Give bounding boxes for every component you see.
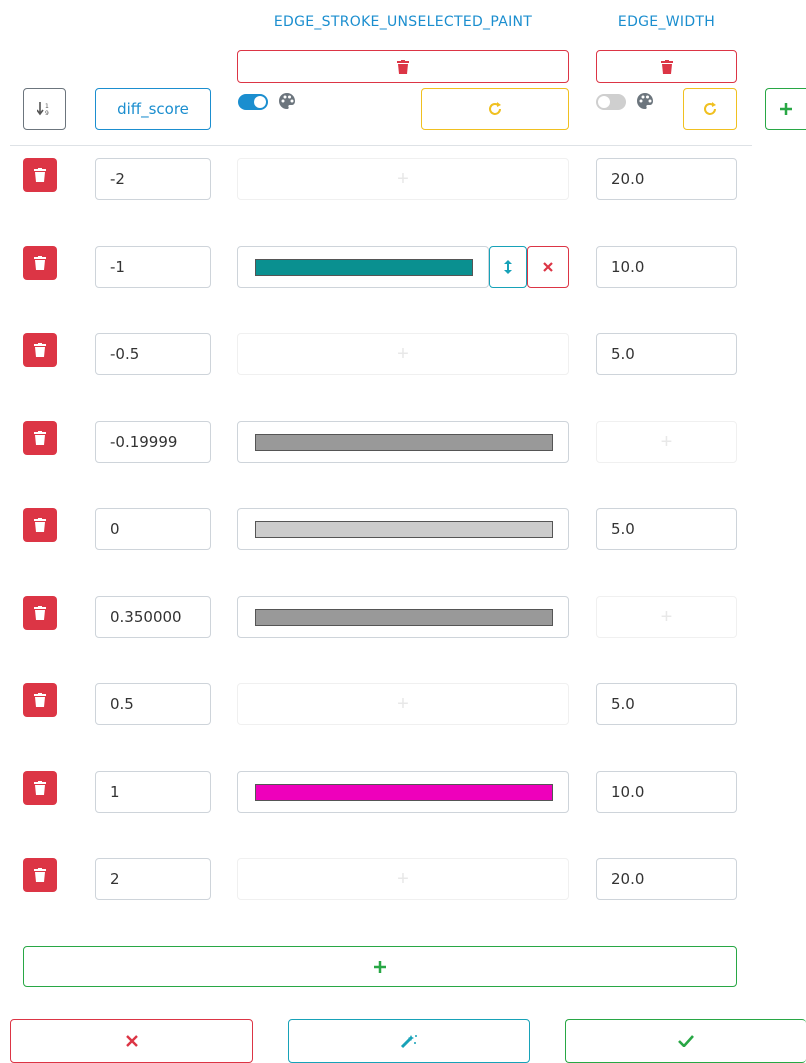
plus-icon	[374, 960, 386, 973]
key-cell[interactable]: 1	[95, 770, 211, 813]
stroke-cell-empty[interactable]: +	[237, 683, 569, 725]
width-column-toggle[interactable]	[596, 94, 626, 110]
add-column-button[interactable]	[765, 88, 806, 130]
key-cell[interactable]: -0.19999	[95, 420, 211, 463]
check-icon	[678, 1035, 694, 1047]
auto-generate-button[interactable]	[288, 1019, 530, 1063]
width-cell[interactable]: 20.0	[596, 158, 737, 200]
delete-row-button[interactable]	[23, 508, 57, 542]
width-cell[interactable]: 10.0	[596, 245, 737, 288]
redo-icon	[489, 102, 501, 115]
plus-icon: +	[397, 693, 409, 715]
svg-text:1: 1	[45, 103, 49, 110]
trash-icon	[34, 255, 46, 270]
width-cell[interactable]: 5.0	[596, 333, 737, 375]
trash-icon	[34, 868, 46, 882]
width-redo-button[interactable]	[683, 88, 737, 130]
width-cell[interactable]: 10.0	[596, 770, 737, 813]
palette-icon[interactable]	[278, 92, 296, 110]
plus-icon	[780, 103, 792, 115]
redo-icon	[704, 102, 716, 115]
key-cell[interactable]: 0.350000	[95, 595, 211, 638]
delete-width-column-button[interactable]	[596, 50, 737, 83]
plus-icon: +	[397, 168, 409, 190]
width-cell[interactable]: 5.0	[596, 508, 737, 550]
stroke-cell[interactable]	[237, 770, 569, 813]
trash-icon	[34, 780, 46, 795]
plus-icon: +	[660, 605, 673, 628]
width-cell-empty[interactable]: +	[596, 420, 737, 463]
color-swatch	[255, 783, 553, 801]
color-swatch	[255, 433, 553, 451]
apply-button[interactable]	[565, 1019, 806, 1063]
color-swatch	[255, 521, 553, 538]
sort-numeric-icon: 1 9	[36, 102, 49, 116]
key-cell[interactable]: 0	[95, 508, 211, 550]
key-cell[interactable]: 0.5	[95, 683, 211, 725]
stroke-cell[interactable]	[237, 245, 489, 288]
plus-icon: +	[397, 868, 409, 890]
delete-row-button[interactable]	[23, 245, 57, 280]
trash-icon	[660, 59, 673, 74]
times-icon	[125, 1035, 138, 1047]
plus-icon: +	[397, 343, 409, 365]
trash-icon	[34, 605, 46, 620]
delete-row-button[interactable]	[23, 858, 57, 892]
trash-icon	[34, 168, 46, 182]
width-cell[interactable]: 5.0	[596, 683, 737, 725]
times-icon	[543, 261, 553, 272]
palette-icon[interactable]	[636, 92, 654, 110]
width-cell[interactable]: 20.0	[596, 858, 737, 900]
key-cell[interactable]: -0.5	[95, 333, 211, 375]
width-cell-empty[interactable]: +	[596, 595, 737, 638]
color-swatch	[255, 258, 473, 276]
add-row-button[interactable]	[23, 946, 737, 987]
trash-icon	[34, 693, 46, 707]
delete-row-button[interactable]	[23, 683, 57, 717]
delete-stroke-column-button[interactable]	[237, 50, 569, 83]
delete-row-button[interactable]	[23, 333, 57, 367]
trash-icon	[34, 430, 46, 445]
delete-row-button[interactable]	[23, 595, 57, 630]
column-header-width: EDGE_WIDTH	[617, 14, 716, 30]
stroke-column-toggle[interactable]	[238, 94, 268, 110]
clear-value-button[interactable]	[527, 245, 569, 288]
stroke-cell-empty[interactable]: +	[237, 158, 569, 200]
delete-row-button[interactable]	[23, 158, 57, 192]
magic-wand-icon	[400, 1035, 417, 1049]
stroke-cell[interactable]	[237, 508, 569, 550]
delete-row-button[interactable]	[23, 420, 57, 455]
stroke-cell-empty[interactable]: +	[237, 858, 569, 900]
stroke-cell[interactable]	[237, 595, 569, 638]
header-divider	[10, 145, 752, 146]
svg-text:9: 9	[45, 110, 49, 116]
trash-icon	[397, 59, 409, 74]
cancel-button[interactable]	[10, 1019, 253, 1063]
plus-icon: +	[660, 430, 673, 453]
stroke-cell[interactable]	[237, 420, 569, 463]
stroke-redo-button[interactable]	[421, 88, 569, 130]
color-swatch	[255, 608, 553, 626]
trash-icon	[34, 343, 46, 357]
column-header-stroke: EDGE_STROKE_UNSELECTED_PAINT	[273, 14, 533, 30]
vertical-arrows-icon	[504, 259, 512, 274]
key-cell[interactable]: 2	[95, 858, 211, 900]
resize-row-button[interactable]	[489, 245, 527, 288]
key-cell[interactable]: -1	[95, 245, 211, 288]
sort-button[interactable]: 1 9	[23, 88, 66, 130]
delete-row-button[interactable]	[23, 770, 57, 805]
key-cell[interactable]: -2	[95, 158, 211, 200]
stroke-cell-empty[interactable]: +	[237, 333, 569, 375]
trash-icon	[34, 518, 46, 532]
key-column-header[interactable]: diff_score	[95, 88, 211, 130]
